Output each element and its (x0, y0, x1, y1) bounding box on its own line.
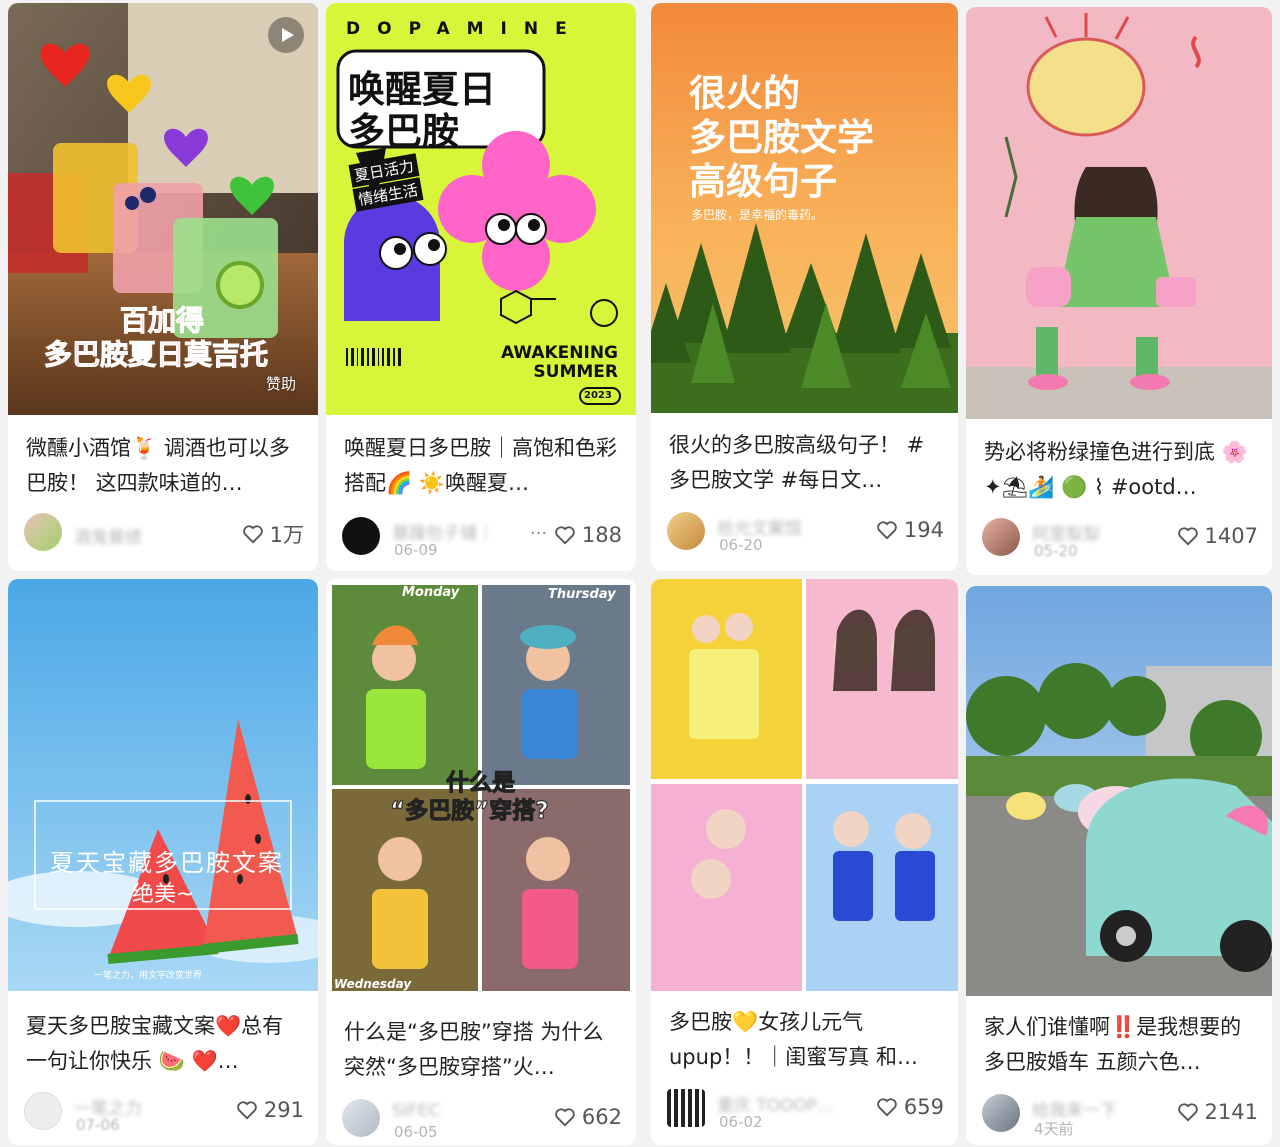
more-icon[interactable]: … (530, 519, 547, 539)
like-count: 291 (263, 1098, 304, 1122)
like-button[interactable]: 1407 (1177, 524, 1258, 548)
note-cover-image[interactable] (966, 586, 1272, 996)
note-card[interactable]: 多巴胺💛女孩儿元气upup！！｜闺蜜写真 和… 重庆 TOOOP… 06-02 … (651, 579, 958, 1145)
outfit-photo (966, 7, 1272, 419)
heart-outline-icon (237, 1101, 257, 1120)
post-date: 06-05 (394, 1123, 438, 1141)
feed-grid: 百加得 多巴胺夏日莫吉托 赞助 微醺小酒馆🍹 调酒也可以多巴胺！ 这四款味道的…… (0, 0, 1280, 1147)
note-meta: 一笔之力 07-06 291 (24, 1092, 304, 1136)
cover-year: 2023 (584, 390, 612, 401)
collage-label: Thursday (548, 587, 616, 602)
note-cover-image[interactable]: 夏天宝藏多巴胺文案 绝美~ 一笔之力，用文字改变世界 (8, 579, 318, 991)
note-card[interactable]: 很火的 多巴胺文学 高级句子 多巴胺，是幸福的毒药。 很火的多巴胺高级句子！ #… (651, 3, 958, 571)
watermelon-photo (8, 579, 318, 991)
note-title[interactable]: 多巴胺💛女孩儿元气upup！！｜闺蜜写真 和… (669, 1005, 944, 1075)
note-title[interactable]: 势必将粉绿撞色进行到底 🌸✦⛱🏄 🟢 ⌇ #ootd… (984, 435, 1258, 505)
avatar[interactable] (667, 512, 705, 550)
note-meta: 给我来一下 4天前 2141 (982, 1094, 1258, 1138)
heart-outline-icon (877, 1098, 897, 1117)
cover-headline: 绝美~ (132, 882, 195, 907)
heart-outline-icon (877, 521, 897, 540)
note-title[interactable]: 家人们谁懂啊‼️是我想要的多巴胺婚车 五颜六色… (984, 1010, 1258, 1080)
note-title[interactable]: 什么是“多巴胺”穿搭 为什么突然“多巴胺穿搭”火… (344, 1015, 622, 1085)
wedding-cars-photo (966, 586, 1272, 996)
like-count: 1万 (269, 523, 304, 547)
avatar[interactable] (982, 1094, 1020, 1132)
like-count: 1407 (1204, 524, 1258, 548)
photoshoot-collage (651, 579, 958, 991)
heart-outline-icon (1177, 527, 1198, 546)
like-button[interactable]: 188 (554, 523, 622, 547)
like-count: 2141 (1204, 1100, 1258, 1124)
note-title[interactable]: 唤醒夏日多巴胺｜高饱和色彩搭配🌈 ☀️唤醒夏… (344, 431, 622, 501)
post-date: 06-20 (719, 536, 763, 554)
note-meta: 拾光文案馆 06-20 194 (667, 512, 944, 556)
note-cover-image[interactable]: DOPAMINE 唤醒夏日 多巴胺 夏日活力 情绪生活 AWAKENING SU… (326, 3, 636, 415)
cover-subheadline: AWAKENING (500, 343, 618, 363)
note-card[interactable]: 百加得 多巴胺夏日莫吉托 赞助 微醺小酒馆🍹 调酒也可以多巴胺！ 这四款味道的…… (8, 3, 318, 571)
note-card[interactable]: 势必将粉绿撞色进行到底 🌸✦⛱🏄 🟢 ⌇ #ootd… 阿里梨梨 05-20 1… (966, 7, 1272, 575)
note-card[interactable]: Monday Thursday 什么是 “多巴胺”穿搭? Wednesday 什… (326, 579, 636, 1145)
avatar[interactable] (24, 1092, 62, 1130)
heart-outline-icon (555, 526, 575, 545)
heart-outline-icon (555, 1108, 575, 1127)
note-cover-image[interactable]: Monday Thursday 什么是 “多巴胺”穿搭? Wednesday (326, 579, 636, 997)
note-card[interactable]: 夏天宝藏多巴胺文案 绝美~ 一笔之力，用文字改变世界 夏天多巴胺宝藏文案❤️总有… (8, 579, 318, 1145)
avatar[interactable] (24, 513, 62, 551)
like-button[interactable]: 1万 (242, 519, 304, 549)
like-button[interactable]: 194 (876, 518, 944, 542)
note-cover-image[interactable] (651, 579, 958, 991)
like-button[interactable]: 662 (554, 1105, 622, 1129)
note-title[interactable]: 很火的多巴胺高级句子！ #多巴胺文学 #每日文… (669, 428, 944, 498)
avatar[interactable] (342, 517, 380, 555)
note-meta: 重庆 TOOOP… 06-02 659 (667, 1089, 944, 1133)
cover-headline: “多巴胺”穿搭? (390, 798, 550, 825)
collage-label: Monday (402, 585, 460, 600)
author-name[interactable]: 酒鬼餐绩 (74, 523, 142, 548)
note-title[interactable]: 微醺小酒馆🍹 调酒也可以多巴胺！ 这四款味道的… (26, 431, 304, 501)
note-card[interactable]: 家人们谁懂啊‼️是我想要的多巴胺婚车 五颜六色… 给我来一下 4天前 2141 (966, 586, 1272, 1145)
post-date: 07-06 (76, 1116, 120, 1134)
post-date: 05-20 (1034, 542, 1078, 560)
cover-headline: 多巴胺 (348, 110, 459, 153)
cover-caption: 一笔之力，用文字改变世界 (94, 971, 203, 981)
cover-caption: 多巴胺，是幸福的毒药。 (691, 208, 824, 222)
note-meta: 暴躁包子铺｜ … 06-09 188 (342, 517, 622, 561)
like-button[interactable]: 2141 (1177, 1100, 1258, 1124)
note-title[interactable]: 夏天多巴胺宝藏文案❤️总有一句让你快乐 🍉 ❤️… (26, 1009, 304, 1079)
like-count: 662 (581, 1105, 622, 1129)
like-count: 188 (581, 523, 622, 547)
note-meta: 酒鬼餐绩 1万 (24, 513, 304, 557)
poster-brand: DOPAMINE (346, 19, 584, 39)
sponsored-badge: 赞助 (265, 375, 296, 393)
cover-subheadline: SUMMER (533, 362, 618, 382)
cover-headline: 多巴胺夏日莫吉托 (43, 338, 269, 372)
note-meta: 阿里梨梨 05-20 1407 (982, 518, 1258, 562)
like-count: 659 (903, 1095, 944, 1119)
post-date: 06-09 (394, 541, 438, 559)
like-button[interactable]: 291 (236, 1098, 304, 1122)
like-count: 194 (903, 518, 944, 542)
avatar[interactable] (982, 518, 1020, 556)
note-cover-image[interactable]: 百加得 多巴胺夏日莫吉托 赞助 (8, 3, 318, 415)
note-cover-image[interactable] (966, 7, 1272, 419)
note-card[interactable]: DOPAMINE 唤醒夏日 多巴胺 夏日活力 情绪生活 AWAKENING SU… (326, 3, 636, 571)
note-cover-image[interactable]: 很火的 多巴胺文学 高级句子 多巴胺，是幸福的毒药。 (651, 3, 958, 413)
avatar[interactable] (342, 1099, 380, 1137)
cover-headline: 夏天宝藏多巴胺文案 (50, 849, 284, 877)
heart-outline-icon (242, 525, 263, 544)
cover-headline: 高级句子 (689, 160, 837, 203)
author-name[interactable]: SIFEC (392, 1101, 440, 1121)
play-icon[interactable] (268, 17, 304, 53)
post-date: 06-02 (719, 1113, 763, 1131)
post-date: 4天前 (1034, 1120, 1074, 1138)
note-meta: SIFEC 06-05 662 (342, 1099, 622, 1143)
collage-label: Wednesday (334, 977, 412, 991)
like-button[interactable]: 659 (876, 1095, 944, 1119)
heart-outline-icon (1177, 1103, 1198, 1122)
avatar[interactable] (667, 1089, 705, 1127)
